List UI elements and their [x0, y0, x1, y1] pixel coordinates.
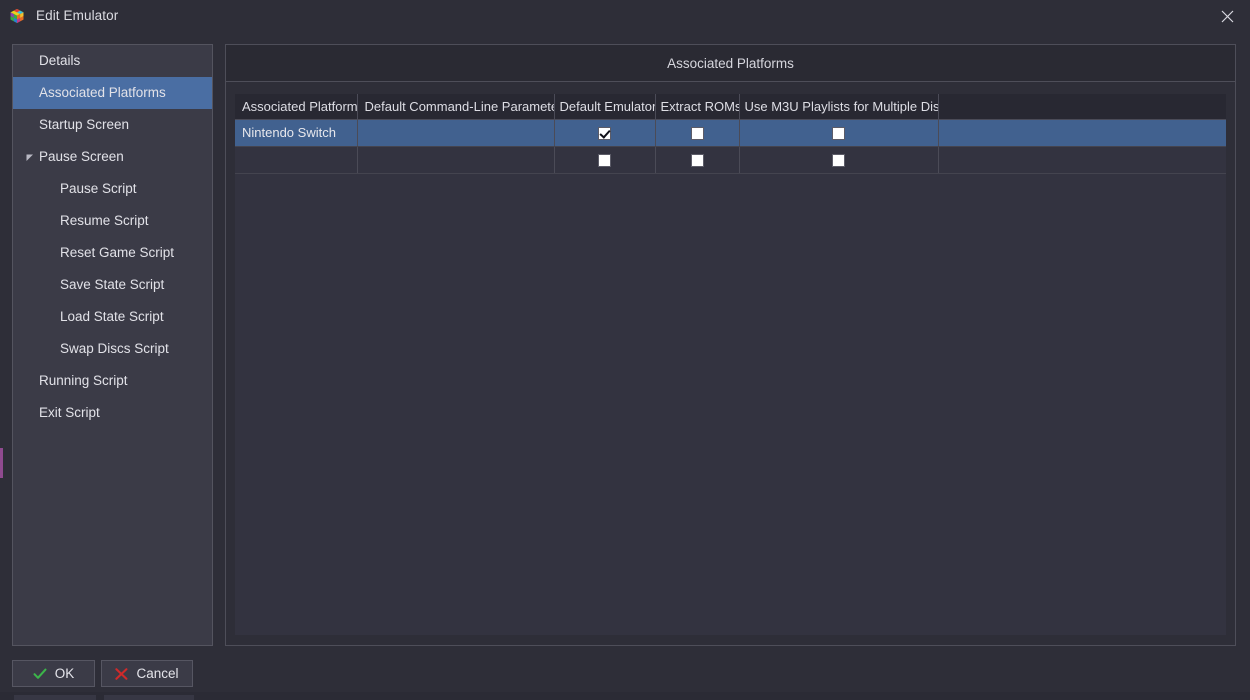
grid-body[interactable]: Nintendo Switch [235, 119, 1226, 174]
cell-parameters[interactable] [357, 119, 555, 147]
cell-default-emulator[interactable] [554, 119, 656, 147]
dialog-body: Details Associated Platforms Startup Scree… [0, 32, 1250, 647]
default-emulator-checkbox[interactable] [598, 127, 611, 141]
grid-column-header[interactable]: Default Command-Line Parameters [357, 94, 555, 120]
cube-icon [9, 8, 25, 24]
sidebar-item-label: Pause Script [60, 181, 137, 197]
sidebar-item-save-state-script[interactable]: Save State Script [13, 269, 212, 301]
background-window-artifact [104, 695, 194, 700]
ok-button-label: OK [54, 666, 75, 681]
cell-platform[interactable] [235, 146, 358, 174]
grid-column-header[interactable]: Default Emulator [554, 94, 656, 120]
sidebar-item-label: Swap Discs Script [60, 341, 169, 357]
title-bar: Edit Emulator [0, 0, 1250, 32]
grid-column-header[interactable]: Extract ROMs [655, 94, 740, 120]
sidebar-item-label: Running Script [39, 373, 128, 389]
background-window-edge [0, 692, 1250, 700]
sidebar-item-label: Resume Script [60, 213, 149, 229]
cancel-button-label: Cancel [136, 666, 179, 681]
cell-filler[interactable] [938, 119, 1226, 147]
cancel-button[interactable]: Cancel [101, 660, 193, 687]
content-panel: Associated Platforms Associated Platform… [225, 44, 1236, 646]
x-icon [115, 667, 128, 680]
sidebar-item-pause-screen[interactable]: Pause Screen [13, 141, 212, 173]
close-icon[interactable] [1204, 0, 1250, 32]
table-row[interactable] [235, 146, 1226, 174]
associated-platforms-grid[interactable]: Associated Platforms Default Command-Line… [235, 94, 1226, 174]
sidebar-item-pause-script[interactable]: Pause Script [13, 173, 212, 205]
cell-default-emulator[interactable] [554, 146, 656, 174]
cell-parameters[interactable] [357, 146, 555, 174]
window-title: Edit Emulator [36, 8, 119, 24]
sidebar-item-swap-discs-script[interactable]: Swap Discs Script [13, 333, 212, 365]
grid-header: Associated Platforms Default Command-Line… [235, 94, 1226, 120]
sidebar-item-label: Save State Script [60, 277, 165, 293]
grid-container: Associated Platforms Default Command-Line… [235, 94, 1226, 635]
sidebar-item-reset-game-script[interactable]: Reset Game Script [13, 237, 212, 269]
table-row[interactable]: Nintendo Switch [235, 119, 1226, 147]
use-m3u-checkbox[interactable] [832, 127, 845, 141]
ok-button[interactable]: OK [12, 660, 95, 687]
extract-roms-checkbox[interactable] [690, 127, 704, 141]
sidebar-item-load-state-script[interactable]: Load State Script [13, 301, 212, 333]
default-emulator-checkbox[interactable] [598, 154, 611, 168]
sidebar-item-label: Startup Screen [39, 117, 130, 133]
sidebar-item-details[interactable]: Details [13, 45, 212, 77]
sidebar-item-associated-platforms[interactable]: Associated Platforms [13, 77, 212, 109]
sidebar-item-resume-script[interactable]: Resume Script [13, 205, 212, 237]
check-icon [33, 668, 47, 680]
extract-roms-checkbox[interactable] [690, 154, 704, 168]
sidebar-item-label: Exit Script [39, 405, 100, 421]
grid-column-header[interactable] [938, 94, 1226, 120]
cell-filler[interactable] [938, 146, 1226, 174]
cell-platform[interactable]: Nintendo Switch [235, 119, 358, 147]
panel-title: Associated Platforms [226, 45, 1235, 82]
grid-header-row: Associated Platforms Default Command-Line… [235, 94, 1226, 120]
background-window-artifact [14, 695, 96, 700]
sidebar-item-label: Details [39, 53, 81, 69]
cell-extract-roms[interactable] [655, 146, 740, 174]
cell-use-m3u[interactable] [739, 146, 939, 174]
sidebar-item-exit-script[interactable]: Exit Script [13, 397, 212, 429]
sidebar-item-running-script[interactable]: Running Script [13, 365, 212, 397]
cell-use-m3u[interactable] [739, 119, 939, 147]
expand-arrow-icon[interactable] [25, 153, 34, 162]
sidebar-item-startup-screen[interactable]: Startup Screen [13, 109, 212, 141]
edit-emulator-window: Edit Emulator Details Associated Platform… [0, 0, 1250, 692]
sidebar-item-label: Pause Screen [39, 149, 124, 165]
settings-nav-tree[interactable]: Details Associated Platforms Startup Scree… [12, 44, 213, 646]
dialog-footer: OK Cancel [0, 647, 1250, 692]
sidebar-item-label: Associated Platforms [39, 85, 166, 101]
sidebar-item-label: Reset Game Script [60, 245, 175, 261]
grid-column-header[interactable]: Associated Platforms [235, 94, 358, 120]
grid-column-header[interactable]: Use M3U Playlists for Multiple Discs [739, 94, 939, 120]
sidebar-item-label: Load State Script [60, 309, 164, 325]
use-m3u-checkbox[interactable] [832, 154, 845, 168]
cell-extract-roms[interactable] [655, 119, 740, 147]
